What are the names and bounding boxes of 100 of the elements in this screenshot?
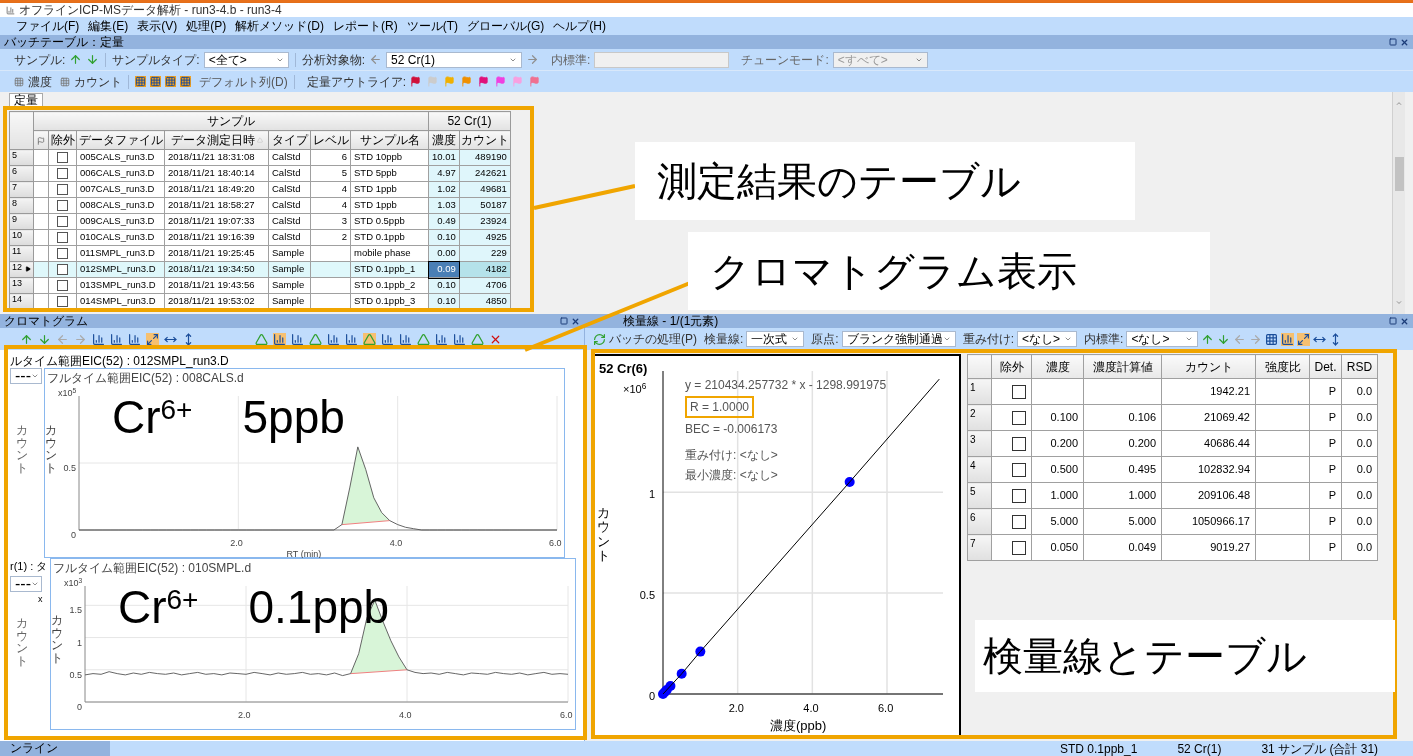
table-cell: 007CALS_run3.D [80,183,155,195]
annotation-label: 検量線とテーブル [983,633,1307,680]
column-header: 除外 [999,359,1024,374]
highlight-frame: R = 1.0000 [685,396,755,418]
table-cell: 009CALS_run3.D [80,215,155,227]
row-number: 4 [970,460,976,471]
weighting-label: 重み付け: <なし> [685,447,778,464]
table-cell: Sample [272,279,305,291]
axis-tick-label: 4.0 [389,538,403,548]
column-group-header: サンプル [207,114,255,128]
table-cell: STD 0.1ppb_2 [354,279,416,291]
toolbar-label: チューンモード: [741,51,829,69]
toolbar-label: 原点: [811,331,839,348]
axis-title: カウント [16,423,28,475]
table-cell: 23924 [480,215,507,227]
table-cell: STD 0.1ppb_3 [354,295,416,307]
table-cell: 5.000 [1050,515,1078,528]
axis-tick-label: 6.0 [549,538,562,548]
column-header: Det. [1314,359,1337,374]
table-cell: STD 1ppb [354,199,397,211]
axis-title: RT (min) [286,549,322,559]
axis-tick-label: 6.0 [878,702,894,714]
table-cell: 0.100 [1050,411,1078,424]
table-cell: CalStd [272,215,301,227]
table-cell: STD 10ppb [354,151,403,163]
status-text: 52 Cr(1) [1177,740,1222,756]
axis-tick-label: 1 [77,637,82,648]
table-cell: 2018/11/21 19:07:33 [168,215,255,227]
table-cell: 0.0 [1356,541,1372,554]
table-cell: 2018/11/21 19:34:50 [168,263,255,275]
table-cell: 50187 [480,199,507,211]
trace-title: ルタイム範囲EIC(52) : 012SMPL_run3.D [10,354,230,368]
axis-tick-label: 0 [71,530,76,540]
axis-tick-label: 0 [77,702,82,712]
table-cell: 0.0 [1356,463,1372,476]
trace-title: r(1) : タ [10,559,49,574]
panel-title: クロマトグラム [4,315,88,327]
table-cell: CalStd [272,183,301,195]
column-group-header: 52 Cr(1) [447,114,492,128]
table-cell: STD 0.1ppb [354,231,405,243]
toolbar-label: 検量線: [704,331,744,348]
toolbar-label: 内標準: [551,51,591,69]
table-cell: P [1328,489,1336,502]
column-header: 除外 [50,132,75,149]
table-cell: 0.106 [1128,411,1156,424]
row-number: 10 [12,230,22,240]
row-number: 6 [970,512,976,523]
table-cell: 0.0 [1356,411,1372,424]
table-cell: 4 [341,199,347,211]
row-number: 13 [12,278,22,288]
table-cell: 4850 [485,295,507,307]
axis-tick-label: 4.0 [803,702,819,714]
table-cell: 489190 [475,151,507,163]
table-cell: 1.03 [437,199,456,211]
column-header: データ測定日時 [170,132,255,149]
axis-tick-label: 2.0 [728,702,744,714]
column-header: 濃度 [1045,359,1070,374]
row-number: 3 [970,434,976,445]
table-cell: P [1328,385,1336,398]
min-conc-label: 最小濃度: <なし> [685,467,778,484]
table-cell: 0.10 [437,295,456,307]
toolbar-label: サンプルタイプ: [112,51,200,69]
table-cell: Sample [272,295,305,307]
column-header: データファイル [78,132,163,149]
table-cell: 006CALS_run3.D [80,167,155,179]
column-header: カウント [1184,359,1233,374]
table-cell: 1942.21 [1210,385,1250,398]
table-cell: 0.0 [1356,437,1372,450]
column-header: カウント [460,132,509,149]
table-cell: 1.000 [1128,489,1156,502]
table-cell: 40686.44 [1204,437,1250,450]
row-number: 11 [12,246,22,256]
table-cell: 1050966.17 [1191,515,1250,528]
toolbar-label: 内標準: [1084,331,1124,348]
table-cell: P [1328,541,1336,554]
table-cell: 0.200 [1128,437,1156,450]
table-cell: 2018/11/21 18:58:27 [168,199,255,211]
table-cell: CalStd [272,167,301,179]
table-cell: mobile phase [354,247,411,259]
table-cell: 5 [341,167,347,179]
table-cell: 008CALS_run3.D [80,199,155,211]
table-cell: 0.050 [1050,541,1078,554]
table-cell: 102832.94 [1198,463,1250,476]
overlay-label: Cr$^{6+}$ [118,584,199,630]
column-header: タイプ [271,132,308,149]
axis-tick-label: 0.5 [639,589,655,602]
toolbar-label: 定量アウトライア: [306,73,406,91]
axis-scale-label: x10$^{3}$ [64,578,83,588]
table-cell: P [1328,463,1336,476]
table-cell: 9019.27 [1210,541,1250,554]
column-header: 濃度 [431,132,456,149]
table-cell: P [1328,437,1336,450]
axis-title: カウント [597,505,610,563]
table-cell: 014SMPL_run3.D [80,295,156,307]
axis-title: カウント [16,616,28,668]
table-cell: CalStd [272,231,301,243]
table-cell: 0.10 [437,279,456,291]
axis-scale-label: ×10$^{6}$ [623,383,647,395]
row-number: 12 [12,262,22,272]
table-cell: 2018/11/21 18:31:08 [168,151,255,163]
